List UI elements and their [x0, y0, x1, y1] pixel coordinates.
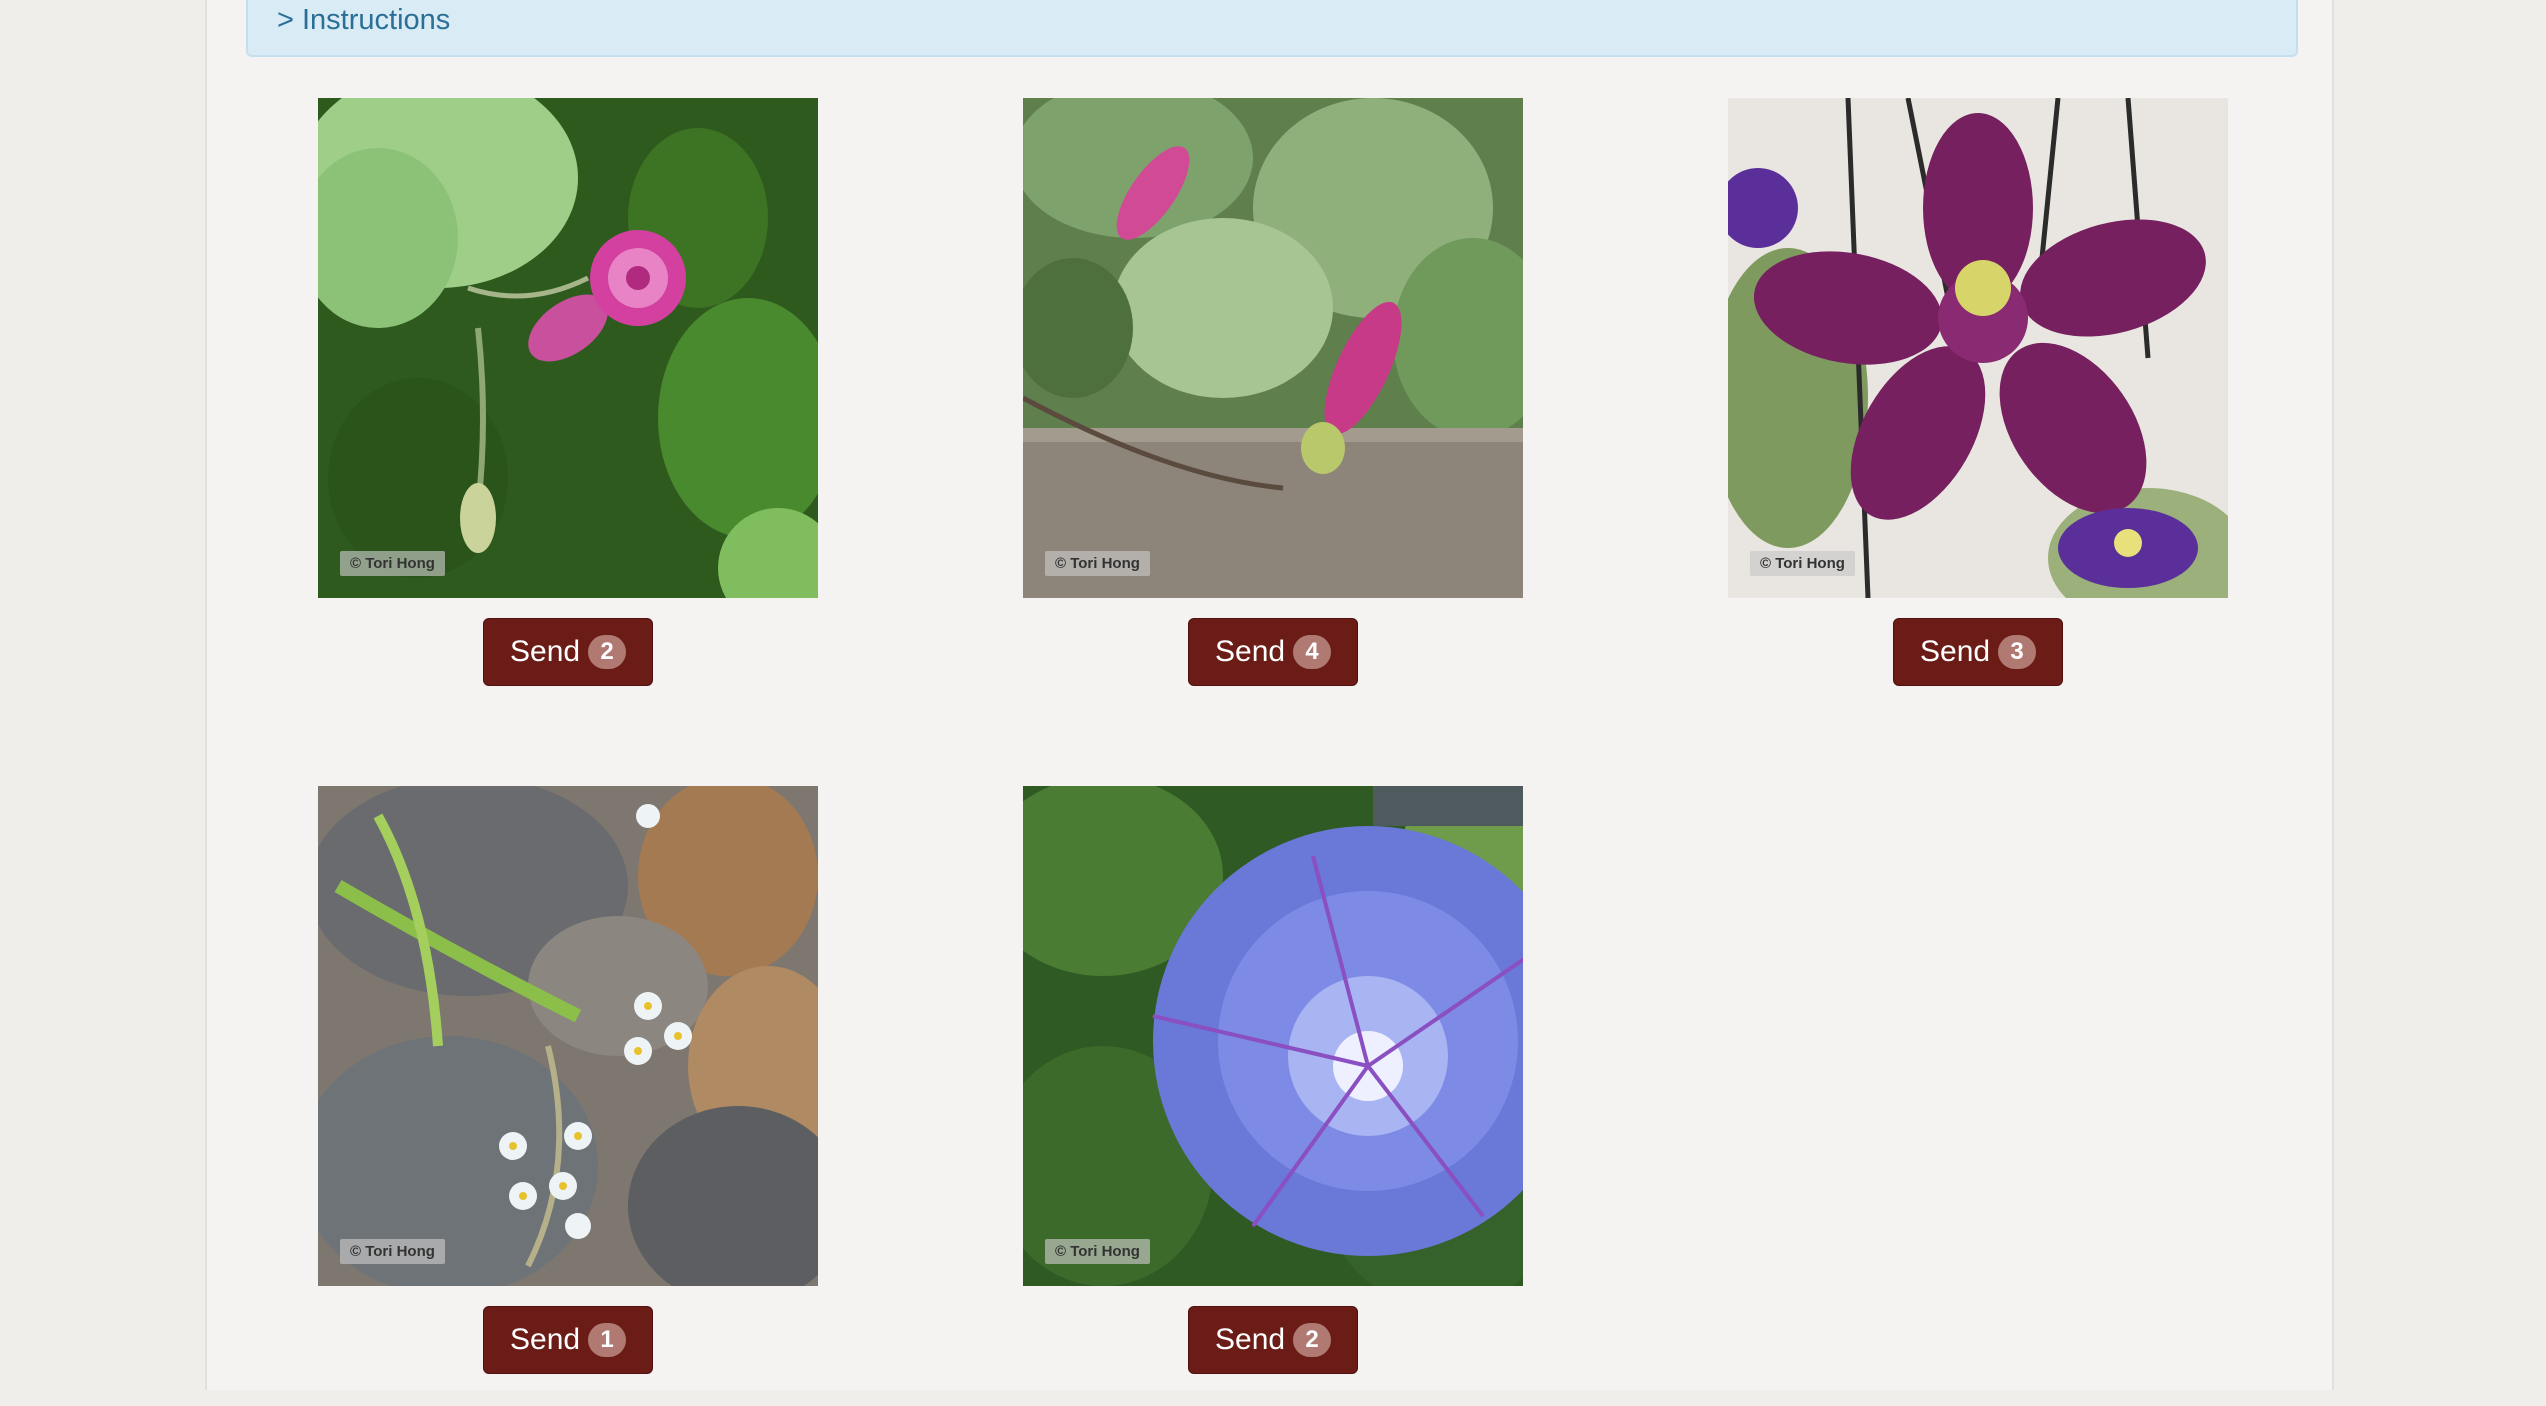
instructions-toggle[interactable]: > Instructions: [246, 0, 2298, 57]
photo-watermark: © Tori Hong: [1045, 1239, 1150, 1264]
photo-card: © Tori Hong Send 1: [318, 786, 818, 1406]
photo-watermark: © Tori Hong: [1750, 551, 1855, 576]
photo-card: © Tori Hong Send 4: [1023, 98, 1523, 718]
flower-photo[interactable]: © Tori Hong: [318, 98, 818, 598]
flower-photo[interactable]: © Tori Hong: [318, 786, 818, 1286]
send-label: Send: [1215, 1323, 1286, 1356]
send-label: Send: [510, 635, 581, 668]
photo-watermark: © Tori Hong: [340, 1239, 445, 1264]
send-label: Send: [510, 1323, 581, 1356]
send-button[interactable]: Send 2: [1188, 1306, 1359, 1374]
photo-watermark: © Tori Hong: [340, 551, 445, 576]
send-button[interactable]: Send 4: [1188, 618, 1359, 686]
send-count-badge: 1: [588, 1323, 627, 1357]
send-label: Send: [1920, 635, 1991, 668]
photo-card: © Tori Hong Send 3: [1728, 98, 2228, 718]
send-count-badge: 2: [588, 635, 627, 669]
flower-photo[interactable]: © Tori Hong: [1728, 98, 2228, 598]
instructions-label: > Instructions: [277, 4, 451, 36]
photo-card: © Tori Hong Send 2: [318, 98, 818, 718]
photo-watermark: © Tori Hong: [1045, 551, 1150, 576]
flower-photo[interactable]: © Tori Hong: [1023, 98, 1523, 598]
send-label: Send: [1215, 635, 1286, 668]
flower-photo[interactable]: © Tori Hong: [1023, 786, 1523, 1286]
send-count-badge: 4: [1293, 635, 1332, 669]
send-button[interactable]: Send 1: [483, 1306, 654, 1374]
send-count-badge: 2: [1293, 1323, 1332, 1357]
content-panel: > Instructions © Tori Hong Send 2 © Tori…: [205, 0, 2334, 1390]
send-count-badge: 3: [1998, 635, 2037, 669]
photo-card: © Tori Hong Send 2: [1023, 786, 1523, 1406]
send-button[interactable]: Send 3: [1893, 618, 2064, 686]
send-button[interactable]: Send 2: [483, 618, 654, 686]
